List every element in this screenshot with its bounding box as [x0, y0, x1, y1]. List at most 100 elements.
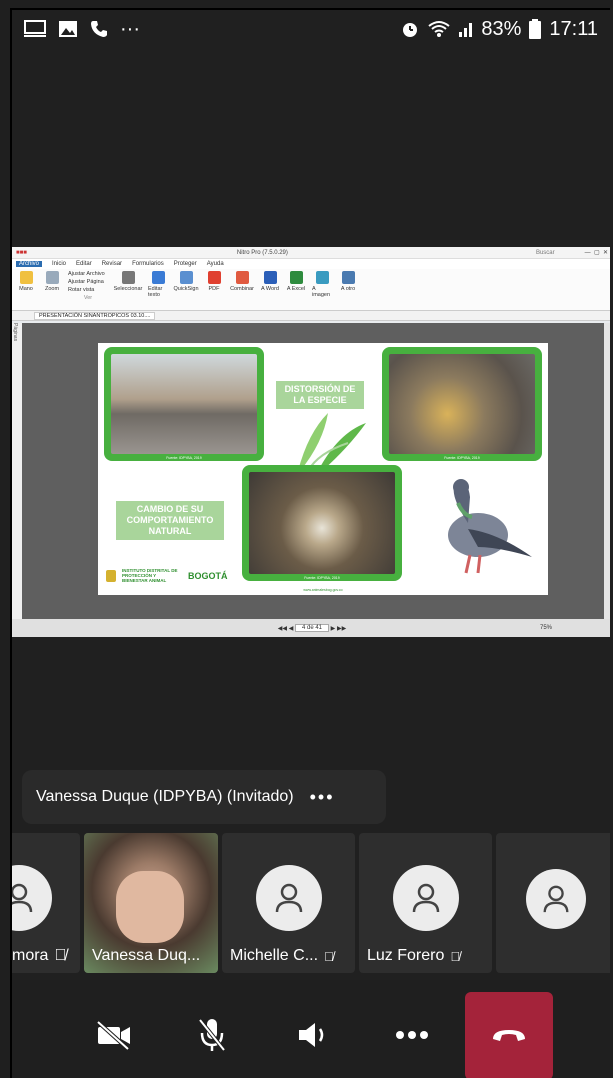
photo-caption: Fuente: IDPYBA, 2019 — [444, 456, 480, 460]
menu-revisar[interactable]: Revisar — [102, 261, 122, 267]
photo-caption: Fuente: IDPYBA, 2019 — [166, 456, 202, 460]
slide-photo-feeding: Fuente: IDPYBA, 2019 — [382, 347, 542, 461]
participant-tile[interactable]: Luz Forero 🎙̸ — [359, 833, 492, 973]
ribbon-mano[interactable]: Mano — [16, 271, 36, 292]
person-icon — [275, 883, 303, 913]
leaf-graphic — [298, 413, 366, 472]
camera-toggle-button[interactable] — [94, 1015, 134, 1055]
menu-proteger[interactable]: Proteger — [174, 261, 197, 267]
participant-tile-video[interactable]: Vanessa Duq... — [84, 833, 218, 973]
participant-name: mora — [12, 947, 49, 964]
phone-screen: ··· 83% 17:11 ■■■ Nitro Pro (7.5.0.29) B… — [10, 8, 610, 1078]
ribbon-a-otro[interactable]: A otro — [338, 271, 358, 292]
muted-mic-icon: 🎙̸ — [450, 948, 461, 964]
clock: 17:11 — [549, 17, 598, 40]
app-titlebar: ■■■ Nitro Pro (7.5.0.29) Buscar — ▢ ✕ — [12, 247, 610, 259]
avatar — [256, 865, 322, 931]
battery-icon — [529, 19, 542, 39]
screen-cast-icon — [24, 20, 46, 38]
battery-percent: 83% — [481, 17, 522, 40]
active-speaker-banner[interactable]: Vanessa Duque (IDPYBA) (Invitado) ••• — [22, 770, 386, 824]
more-dots-icon — [396, 1031, 428, 1039]
muted-mic-icon: 🎙̸ — [324, 948, 334, 964]
app-quick-toolbar: ■■■ — [16, 249, 27, 256]
hang-up-button[interactable] — [465, 992, 553, 1078]
camera-off-icon — [96, 1020, 130, 1050]
ribbon-a-imagen[interactable]: A imagen — [312, 271, 332, 298]
avatar — [12, 865, 52, 931]
app-search[interactable]: Buscar — [536, 250, 555, 256]
speaker-button[interactable] — [294, 1015, 334, 1055]
participant-name: Vanessa Duq... — [92, 947, 201, 964]
ribbon-combinar[interactable]: Combinar — [230, 271, 254, 292]
window-controls[interactable]: — ▢ ✕ — [585, 249, 608, 256]
phone-call-icon — [90, 20, 108, 38]
document-tab[interactable]: PRESENTACIÓN SINANTROPICOS 03.10.... — [34, 311, 156, 320]
participant-tile[interactable]: mora 🎙̸ — [12, 833, 80, 973]
slide-logos: INSTITUTO DISTRITAL DE PROTECCIÓN Y BIEN… — [106, 568, 228, 583]
shared-screen[interactable]: ■■■ Nitro Pro (7.5.0.29) Buscar — ▢ ✕ Ar… — [12, 247, 610, 637]
status-bar: ··· 83% 17:11 — [12, 10, 610, 48]
page-nav-prev[interactable]: ◀◀ ◀ — [278, 625, 295, 632]
muted-mic-icon: 🎙̸ — [54, 947, 67, 964]
wifi-icon — [427, 20, 451, 38]
more-notifications: ··· — [120, 17, 140, 40]
avatar — [393, 865, 459, 931]
page-nav-next[interactable]: ▶ ▶▶ — [329, 625, 347, 632]
seal-icon — [106, 569, 116, 582]
call-controls — [12, 980, 610, 1078]
scrollbar[interactable] — [604, 323, 610, 619]
document-viewport[interactable]: Fuente: IDPYBA, 2019 DISTORSIÓN DE LA ES… — [22, 323, 604, 619]
bogota-logo: BOGOTÁ — [188, 570, 228, 581]
ribbon-quicksign[interactable]: QuickSign — [173, 271, 199, 292]
menu-editar[interactable]: Editar — [76, 261, 92, 267]
app-title: Nitro Pro (7.5.0.29) — [236, 249, 288, 256]
presentation-slide: Fuente: IDPYBA, 2019 DISTORSIÓN DE LA ES… — [98, 343, 548, 595]
slide-footnote: www.animalesbog.gov.co — [303, 588, 343, 592]
person-icon — [12, 883, 33, 913]
pigeon-illustration — [448, 479, 532, 574]
slide-photo-nest: Fuente: IDPYBA, 2019 — [242, 465, 402, 581]
app-ribbon: Mano Zoom Ajustar Archivo Ajustar Página… — [12, 269, 610, 311]
ribbon-a-word[interactable]: A Word — [260, 271, 280, 292]
slide-label-cambio: CAMBIO DE SU COMPORTAMIENTO NATURAL — [116, 501, 224, 540]
menu-formularios[interactable]: Formularios — [132, 261, 164, 267]
participant-tile[interactable]: Michelle C... 🎙̸ — [222, 833, 355, 973]
ribbon-a-excel[interactable]: A Excel — [286, 271, 306, 292]
ribbon-view-options: Ajustar Archivo Ajustar Página Rotar vis… — [68, 271, 108, 301]
ribbon-editar-texto[interactable]: Editar texto — [148, 271, 168, 298]
zoom-level[interactable]: 75% — [540, 625, 552, 631]
participant-tile[interactable] — [496, 833, 610, 973]
photo-caption: Fuente: IDPYBA, 2019 — [304, 576, 340, 580]
page-indicator[interactable]: 4 de 41 — [294, 624, 330, 632]
ribbon-ajustar-pagina[interactable]: Ajustar Página — [68, 279, 108, 285]
mic-toggle-button[interactable] — [192, 1015, 232, 1055]
ribbon-pdf[interactable]: PDF — [204, 271, 224, 292]
institute-logo-text: INSTITUTO DISTRITAL DE PROTECCIÓN Y BIEN… — [122, 568, 178, 583]
gallery-icon — [58, 20, 78, 38]
more-options-button[interactable] — [392, 1015, 432, 1055]
menu-inicio[interactable]: Inicio — [52, 261, 66, 267]
speaker-icon — [299, 1023, 324, 1047]
ribbon-zoom[interactable]: Zoom — [42, 271, 62, 292]
hang-up-icon — [493, 1030, 525, 1041]
ribbon-ajustar-archivo[interactable]: Ajustar Archivo — [68, 271, 108, 277]
alarm-icon — [401, 20, 419, 38]
face-shape — [116, 871, 184, 943]
ribbon-rotar-vista[interactable]: Rotar vista — [68, 287, 108, 293]
avatar — [526, 869, 586, 929]
signal-icon — [459, 20, 473, 38]
pages-panel-tab[interactable]: Páginas — [12, 323, 22, 619]
menu-archivo[interactable]: Archivo — [16, 261, 43, 267]
menu-ayuda[interactable]: Ayuda — [207, 261, 224, 267]
participant-name: Michelle C... — [230, 947, 319, 964]
app-statusbar: ◀◀ ◀ 4 de 41 ▶ ▶▶ 75% — [12, 619, 610, 637]
participant-name: Luz Forero — [367, 947, 445, 964]
speaker-more-button[interactable]: ••• — [310, 787, 335, 808]
ribbon-seleccionar[interactable]: Seleccionar — [114, 271, 142, 292]
mic-off-icon — [198, 1018, 226, 1052]
person-icon — [412, 883, 440, 913]
document-tabbar: PRESENTACIÓN SINANTROPICOS 03.10.... — [12, 311, 610, 321]
ribbon-group-ver: Ver — [83, 295, 93, 301]
app-menubar: Archivo Inicio Editar Revisar Formulario… — [12, 259, 610, 269]
